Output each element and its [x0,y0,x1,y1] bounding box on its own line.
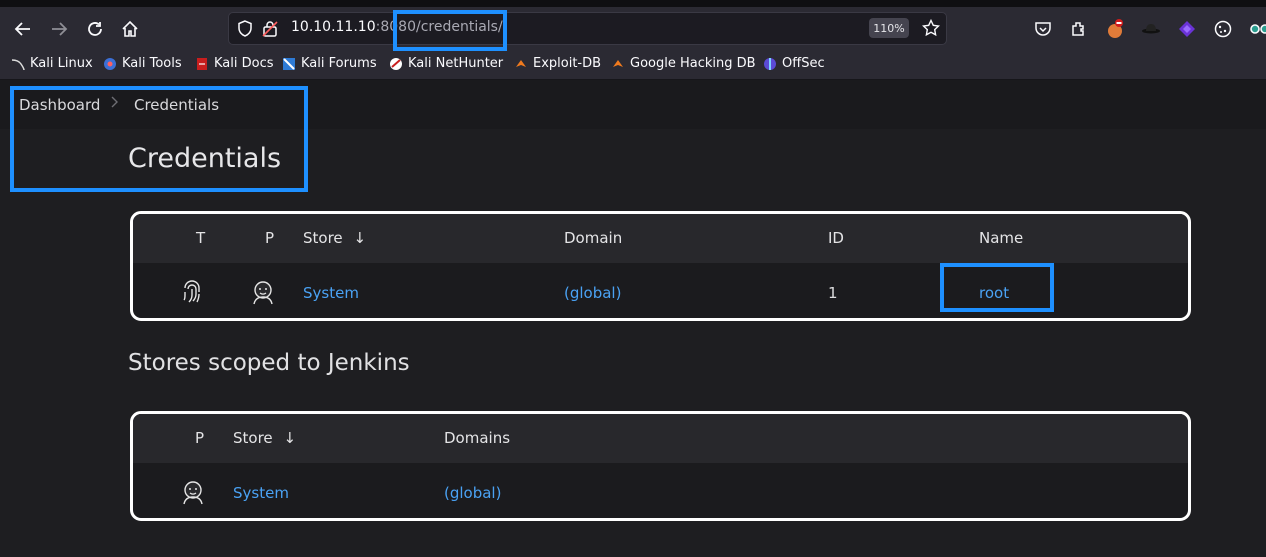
bookmark-kali-linux[interactable]: Kali Linux [11,56,93,71]
nethunter-icon [389,57,403,71]
back-icon[interactable] [11,17,35,41]
bookmark-label: Kali Linux [30,56,93,71]
bookmark-label: Kali Tools [122,56,182,71]
fingerprint-icon [181,279,203,309]
chevron-right-icon [110,95,120,113]
sort-arrow-icon: ↓ [353,229,367,247]
window-top-strip [0,0,1266,7]
bookmarks-toolbar: Kali Linux Kali Tools Kali Docs Kali For… [0,49,1266,80]
url-port-tail: 0 [407,19,416,35]
col-header-type[interactable]: T [196,229,205,247]
credential-name-link[interactable]: root [979,284,1009,302]
foxyproxy-icon[interactable] [1105,19,1125,39]
bookmark-kali-tools[interactable]: Kali Tools [103,56,182,71]
browser-navbar: 10.10.11.10:8080/credentials/ 110% [0,7,1266,49]
insecure-lock-icon[interactable] [262,20,278,41]
cookie-icon[interactable] [1213,19,1233,39]
spy-hat-icon[interactable] [1141,19,1161,39]
url-path: /credentials/ [415,19,503,35]
bookmark-label: Kali Forums [301,56,377,71]
bookmark-label: Google Hacking DB [630,56,756,71]
pocket-icon[interactable] [1033,19,1053,39]
domain-link-global[interactable]: (global) [564,284,621,302]
kali-dragon-icon [11,57,25,71]
breadcrumb: Dashboard Credentials [0,80,1266,129]
kali-tools-icon [103,57,117,71]
extensions-puzzle-icon[interactable] [1069,19,1089,39]
bookmark-label: OffSec [782,56,825,71]
url-bar[interactable]: 10.10.11.10:8080/credentials/ 110% [228,12,947,45]
credentials-table-header: T P Store ↓ Domain ID Name [133,214,1188,263]
stores-table: P Store ↓ Domains System (global) [130,411,1191,521]
sort-arrow-icon: ↓ [283,429,297,447]
kali-forums-icon [282,57,296,71]
col-header-domains[interactable]: Domains [444,429,510,447]
kali-docs-icon [195,57,209,71]
stores-table-header: P Store ↓ Domains [133,414,1188,463]
bookmark-exploit-db[interactable]: Exploit-DB [514,56,601,71]
reload-icon[interactable] [83,17,107,41]
ghdb-icon [611,57,625,71]
col-header-store[interactable]: Store ↓ [303,229,366,247]
col-header-provider[interactable]: P [265,229,274,247]
col-header-store-label: Store [303,229,343,247]
offsec-icon [763,57,777,71]
bookmark-star-icon[interactable] [921,18,941,41]
col-header-store-label: Store [233,429,273,447]
bookmark-kali-docs[interactable]: Kali Docs [195,56,274,71]
store-link-system[interactable]: System [233,484,289,502]
exploitdb-icon [514,57,528,71]
col-header-domain[interactable]: Domain [564,229,622,247]
wappalyzer-icon[interactable] [1177,19,1197,39]
bookmark-offsec[interactable]: OffSec [763,56,825,71]
bookmark-kali-nethunter[interactable]: Kali NetHunter [389,56,503,71]
stores-section-title: Stores scoped to Jenkins [128,350,410,376]
jenkins-icon [250,279,276,309]
url-host: 10.10.11.10 [291,19,376,35]
bookmark-kali-forums[interactable]: Kali Forums [282,56,377,71]
bookmark-label: Exploit-DB [533,56,602,71]
col-header-id[interactable]: ID [828,229,844,247]
domain-link-global[interactable]: (global) [444,484,501,502]
zoom-badge[interactable]: 110% [869,18,909,38]
store-link-system[interactable]: System [303,284,359,302]
bookmark-label: Kali NetHunter [408,56,504,71]
glasses-extension-icon[interactable] [1249,19,1266,39]
jenkins-icon [180,479,206,509]
breadcrumb-dashboard[interactable]: Dashboard [19,96,100,114]
col-header-name[interactable]: Name [979,229,1023,247]
col-header-store[interactable]: Store ↓ [233,429,296,447]
page-title: Credentials [128,143,282,174]
forward-icon[interactable] [47,17,71,41]
col-header-provider[interactable]: P [195,429,204,447]
home-icon[interactable] [118,17,142,41]
shield-icon[interactable] [237,20,253,41]
url-port: :808 [375,19,408,35]
credentials-table: T P Store ↓ Domain ID Name System (globa… [130,211,1191,321]
bookmark-label: Kali Docs [214,56,274,71]
credential-id: 1 [828,284,838,302]
breadcrumb-credentials[interactable]: Credentials [134,96,219,114]
bookmark-google-hacking-db[interactable]: Google Hacking DB [611,56,756,71]
url-text[interactable]: 10.10.11.10:8080/credentials/ [291,19,503,35]
